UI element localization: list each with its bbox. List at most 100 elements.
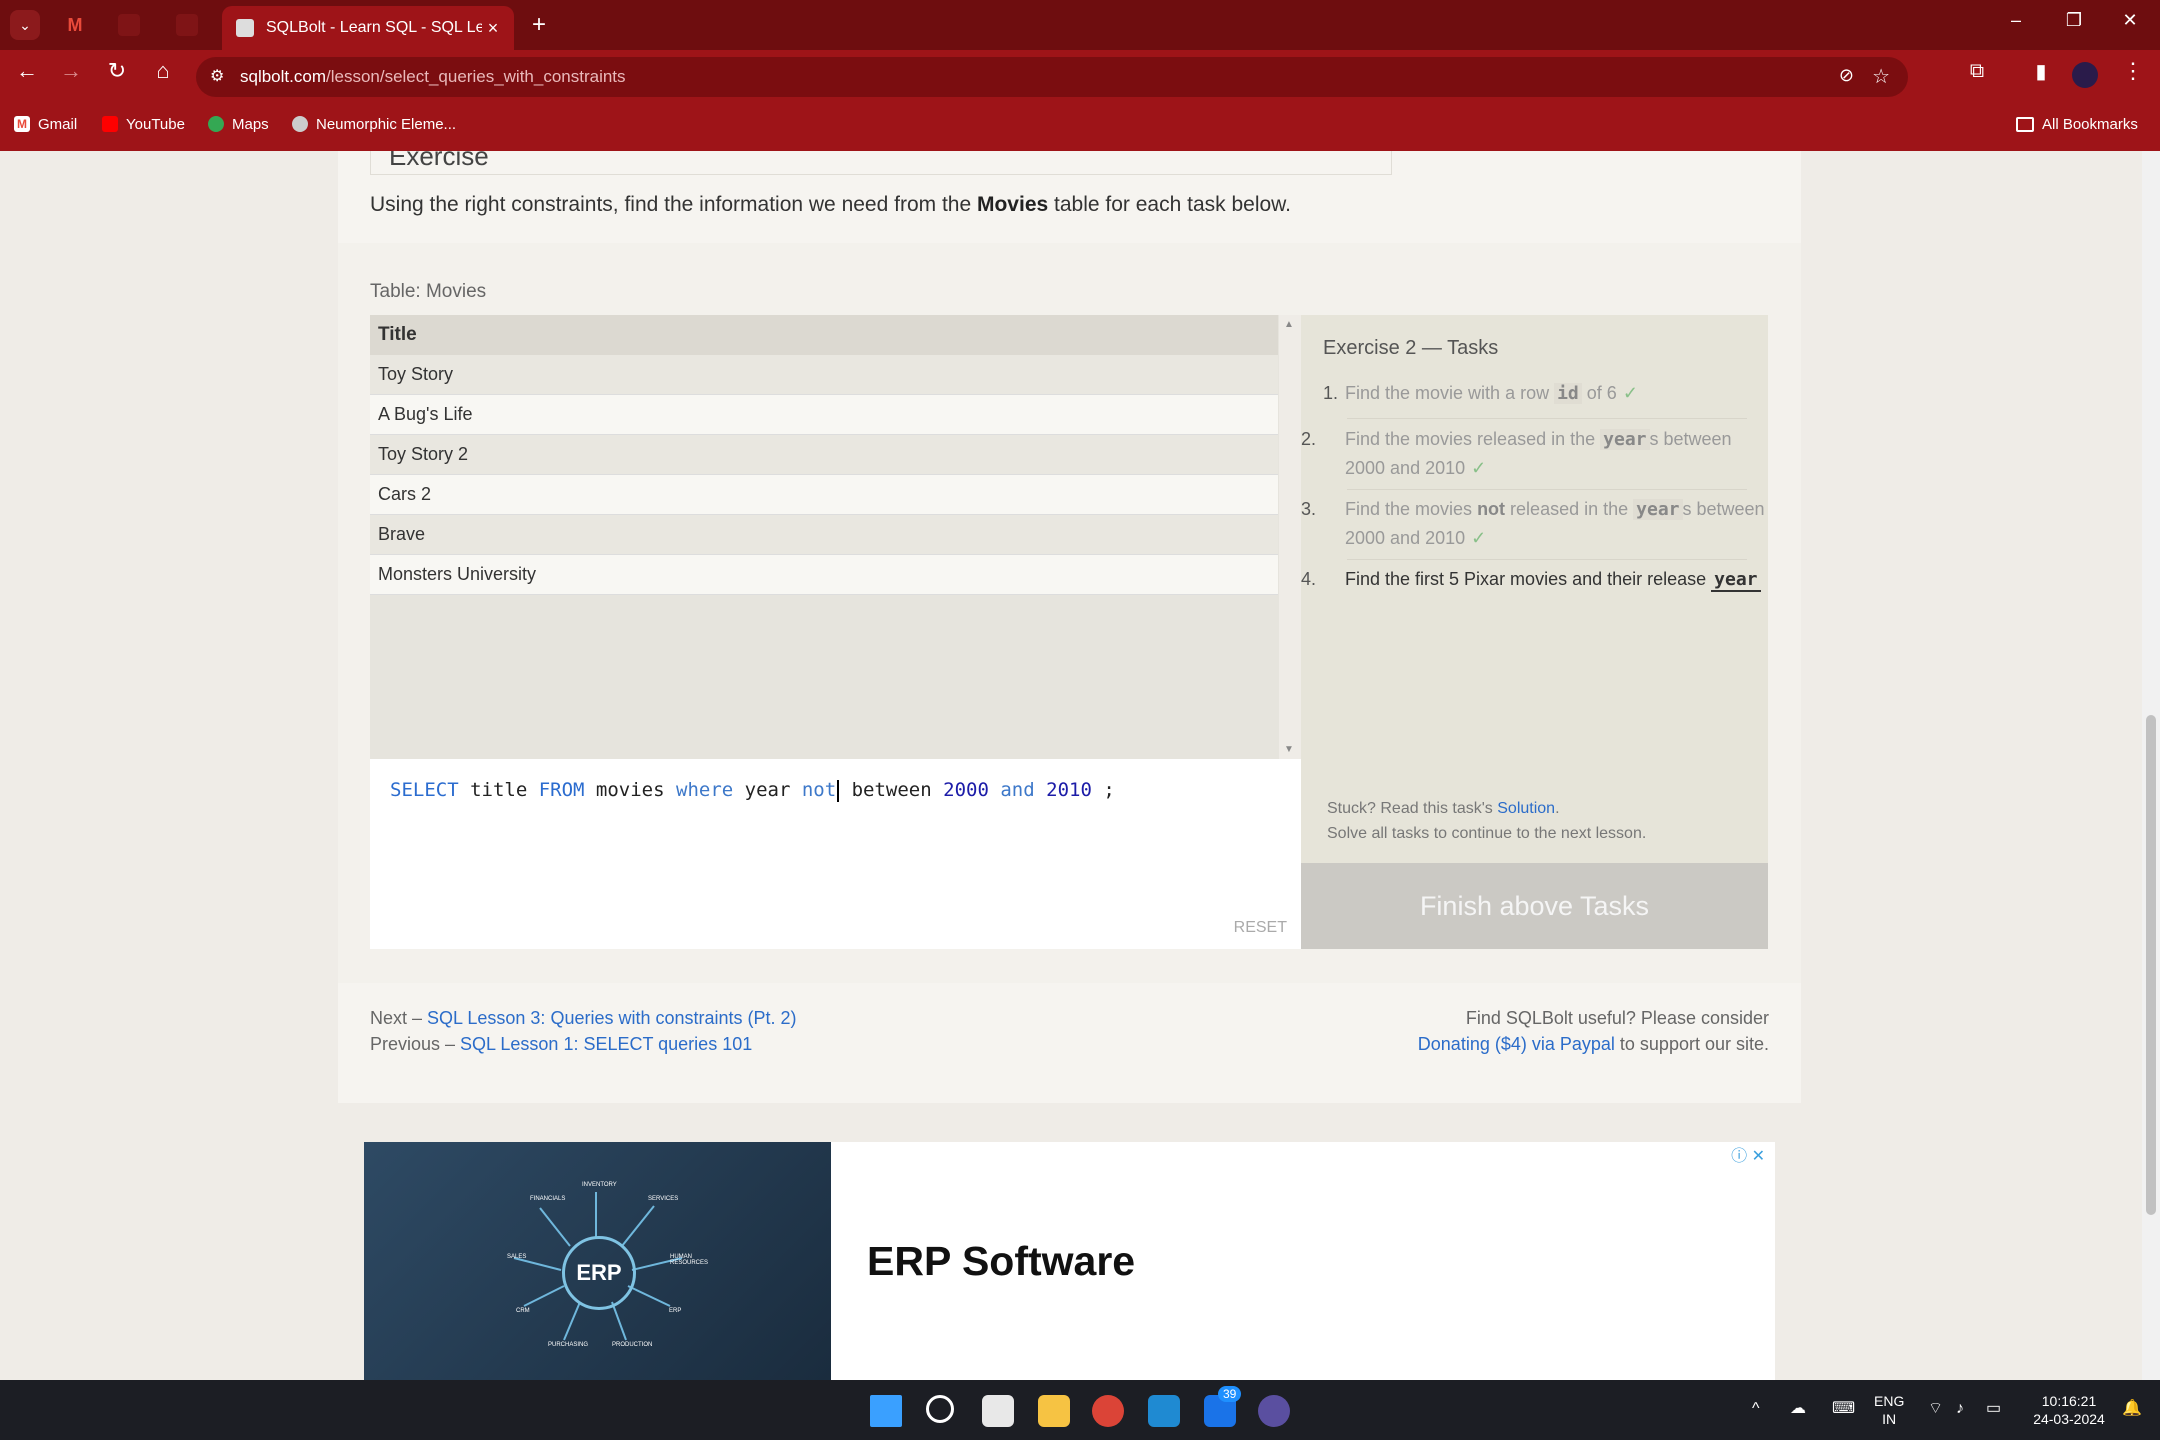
divider (1347, 559, 1747, 560)
mail-badge: 39 (1218, 1386, 1242, 1402)
gmail-pinned-tab-icon[interactable]: M (64, 14, 86, 36)
close-window-icon[interactable]: ✕ (2110, 10, 2150, 31)
address-bar[interactable]: ⚙ sqlbolt.com/lesson/select_queries_with… (196, 57, 1908, 97)
toolbar: ← → ↻ ⌂ ⚙ sqlbolt.com/lesson/select_quer… (0, 50, 2160, 100)
next-lesson-link[interactable]: SQL Lesson 3: Queries with constraints (… (427, 1008, 797, 1028)
globe-icon (292, 116, 308, 132)
tab-search-icon[interactable]: ⌄ (10, 10, 40, 40)
table-row: A Bug's Life (370, 395, 1278, 435)
sqlbolt-favicon (236, 19, 254, 37)
forward-icon[interactable]: → (56, 56, 86, 86)
bookmark-gmail[interactable]: M Gmail (14, 112, 77, 136)
search-icon[interactable] (926, 1395, 954, 1423)
erp-node-label: PRODUCTION (612, 1342, 653, 1348)
solution-link[interactable]: Solution (1497, 800, 1555, 817)
extensions-icon[interactable]: ⧉ (1962, 56, 1992, 86)
erp-node-label: INVENTORY (582, 1182, 617, 1188)
lesson-card: Exercise Using the right constraints, fi… (338, 151, 1801, 1103)
scroll-down-icon[interactable]: ▼ (1284, 744, 1294, 755)
query-editor[interactable]: SELECT title FROM movies where year not … (370, 759, 1301, 949)
check-icon: ✓ (1622, 383, 1638, 403)
exercise-intro: Exercise Using the right constraints, fi… (338, 151, 1801, 243)
task-item: 2. Find the movies released in the year s … (1301, 429, 1732, 478)
advertisement[interactable]: ERP INVENTORY SERVICES FINANCIALS SALES … (364, 1142, 1775, 1380)
vscode-icon[interactable] (1148, 1395, 1180, 1427)
lesson-footer: Next – SQL Lesson 3: Queries with constr… (338, 983, 1801, 1103)
chrome-icon[interactable] (1092, 1395, 1124, 1427)
table-scrollbar[interactable]: ▲ ▼ (1279, 315, 1301, 759)
bookmark-youtube[interactable]: YouTube (102, 112, 185, 136)
scroll-up-icon[interactable]: ▲ (1284, 319, 1294, 330)
tasks-panel: Exercise 2 — Tasks 1. Find the movie with… (1301, 315, 1768, 863)
app-icon[interactable] (1258, 1395, 1290, 1427)
keyboard-icon[interactable]: ⌨ (1832, 1400, 1855, 1418)
lesson-nav: Next – SQL Lesson 3: Queries with constr… (370, 1008, 797, 1054)
donate-link[interactable]: Donating ($4) via Paypal (1418, 1034, 1615, 1054)
bookmarks-bar: M Gmail YouTube Maps Neumorphic Eleme... … (0, 100, 2160, 151)
exercise-heading: Exercise (370, 151, 1392, 175)
profile-avatar[interactable] (2072, 62, 2098, 88)
task-item: 1. Find the movie with a row id of 6 ✓ (1323, 383, 1638, 404)
show-hidden-icons[interactable]: ^ (1752, 1400, 1760, 1418)
notification-bell-icon[interactable]: 🔔 (2122, 1400, 2142, 1418)
page-scrollbar[interactable] (2142, 151, 2160, 1380)
movies-table: Title Toy Story A Bug's Life Toy Story 2… (370, 315, 1278, 595)
pinned-tab-icon[interactable] (118, 14, 140, 36)
table-row: Toy Story (370, 355, 1278, 395)
erp-node-label: CRM (516, 1308, 530, 1314)
eye-off-icon[interactable]: ⊘ (1839, 65, 1854, 86)
close-tab-icon[interactable]: × (482, 18, 504, 39)
minimize-icon[interactable]: – (1996, 10, 2036, 31)
browser-chrome: ⌄ M SQLBolt - Learn SQL - SQL Less × + –… (0, 0, 2160, 151)
check-icon: ✓ (1471, 458, 1487, 478)
erp-node-label: PURCHASING (548, 1342, 589, 1348)
windows-start-icon[interactable] (870, 1395, 902, 1427)
ad-title[interactable]: ERP Software (867, 1238, 1135, 1285)
tab-sqlbolt[interactable]: SQLBolt - Learn SQL - SQL Less × (222, 6, 514, 50)
ad-close-icon[interactable]: ⓘ ✕ (1731, 1142, 1765, 1166)
previous-lesson-link[interactable]: SQL Lesson 1: SELECT queries 101 (460, 1034, 752, 1054)
table-header: Title (370, 315, 1278, 355)
reset-button[interactable]: RESET (1234, 919, 1287, 937)
restore-icon[interactable]: ❐ (2054, 10, 2094, 31)
battery-icon[interactable]: ▭ (1986, 1400, 2001, 1418)
reload-icon[interactable]: ↻ (102, 56, 132, 86)
donate-note: Find SQLBolt useful? Please consider Don… (1417, 1008, 1769, 1054)
results-table: Title Toy Story A Bug's Life Toy Story 2… (370, 315, 1301, 759)
erp-ad-image[interactable]: ERP INVENTORY SERVICES FINANCIALS SALES … (364, 1142, 831, 1380)
wifi-icon[interactable]: ⌔ (1928, 1400, 1943, 1418)
language-indicator[interactable]: ENG IN (1874, 1392, 1904, 1428)
tab-strip: ⌄ M SQLBolt - Learn SQL - SQL Less × + –… (0, 0, 2160, 50)
finish-tasks-button[interactable]: Finish above Tasks (1301, 863, 1768, 949)
table-row: Cars 2 (370, 475, 1278, 515)
volume-icon[interactable]: ♪ (1956, 1400, 1964, 1418)
taskbar: 39 ^ ☁ ⌨ ENG IN ⌔ ♪ ▭ 10:16:21 24-03-2024 … (0, 1380, 2160, 1440)
query-text[interactable]: SELECT title FROM movies where year not … (390, 779, 1115, 802)
folder-icon (2016, 116, 2034, 132)
task-item: 3. Find the movies not released in the ye… (1301, 499, 1765, 548)
scrollbar-thumb[interactable] (2146, 715, 2156, 1215)
bookmark-neumorphic[interactable]: Neumorphic Eleme... (292, 112, 456, 136)
back-icon[interactable]: ← (12, 56, 42, 86)
clock[interactable]: 10:16:21 24-03-2024 (2024, 1392, 2114, 1428)
erp-node-label: SALES (507, 1254, 527, 1260)
menu-icon[interactable]: ⋮ (2118, 56, 2148, 86)
home-icon[interactable]: ⌂ (148, 56, 178, 86)
erp-node-label: HUMAN RESOURCES (670, 1254, 709, 1266)
url-text[interactable]: sqlbolt.com/lesson/select_queries_with_c… (240, 67, 626, 87)
bookmark-star-icon[interactable]: ☆ (1872, 64, 1890, 89)
side-panel-icon[interactable]: ▮ (2026, 56, 2056, 86)
bookmark-maps[interactable]: Maps (208, 112, 269, 136)
maps-icon (208, 116, 224, 132)
table-row: Brave (370, 515, 1278, 555)
file-explorer-icon[interactable] (1038, 1395, 1070, 1427)
onedrive-icon[interactable]: ☁ (1790, 1400, 1806, 1418)
youtube-icon (102, 116, 118, 132)
pinned-tab-icon[interactable] (176, 14, 198, 36)
check-icon: ✓ (1471, 528, 1487, 548)
site-info-icon[interactable]: ⚙ (210, 66, 224, 86)
new-tab-icon[interactable]: + (524, 10, 554, 40)
task-item-current: 4. Find the first 5 Pixar movies and thei… (1301, 565, 1775, 594)
store-icon[interactable] (982, 1395, 1014, 1427)
all-bookmarks[interactable]: All Bookmarks (2016, 112, 2138, 136)
